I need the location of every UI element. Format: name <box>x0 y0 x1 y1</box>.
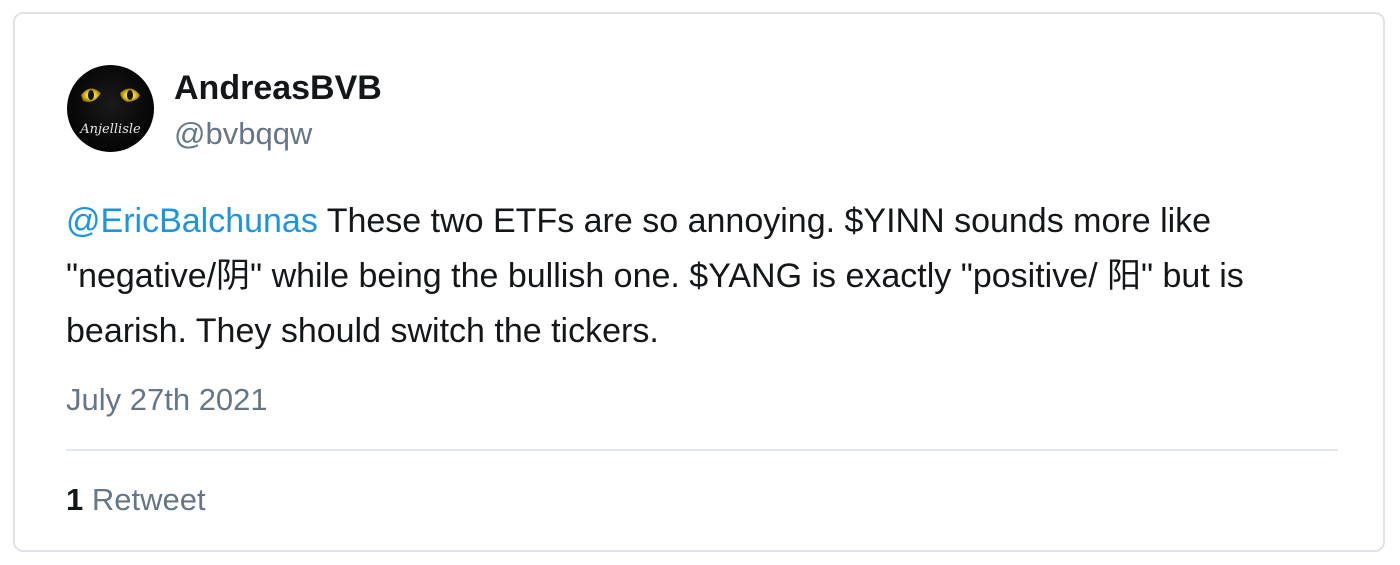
tweet-text: @EricBalchunas These two ETFs are so ann… <box>66 194 1331 359</box>
user-handle[interactable]: @bvbqqw <box>174 115 312 153</box>
mention-link[interactable]: @EricBalchunas <box>66 202 318 240</box>
cat-eyes-avatar-image: Anjellisle <box>79 88 141 137</box>
retweet-count: 1 <box>66 482 84 517</box>
avatar-signature: Anjellisle <box>79 122 141 137</box>
tweet-date[interactable]: July 27th 2021 <box>66 380 268 420</box>
avatar[interactable]: Anjellisle <box>67 65 154 152</box>
divider <box>66 449 1338 451</box>
retweet-label: Retweet <box>91 482 206 517</box>
right-eye <box>120 88 140 102</box>
tweet-card: Anjellisle AndreasBVB @bvbqqw @EricBalch… <box>13 12 1385 552</box>
left-eye <box>81 88 101 102</box>
retweet-stats[interactable]: 1 Retweet <box>66 480 206 520</box>
display-name[interactable]: AndreasBVB <box>174 68 382 108</box>
